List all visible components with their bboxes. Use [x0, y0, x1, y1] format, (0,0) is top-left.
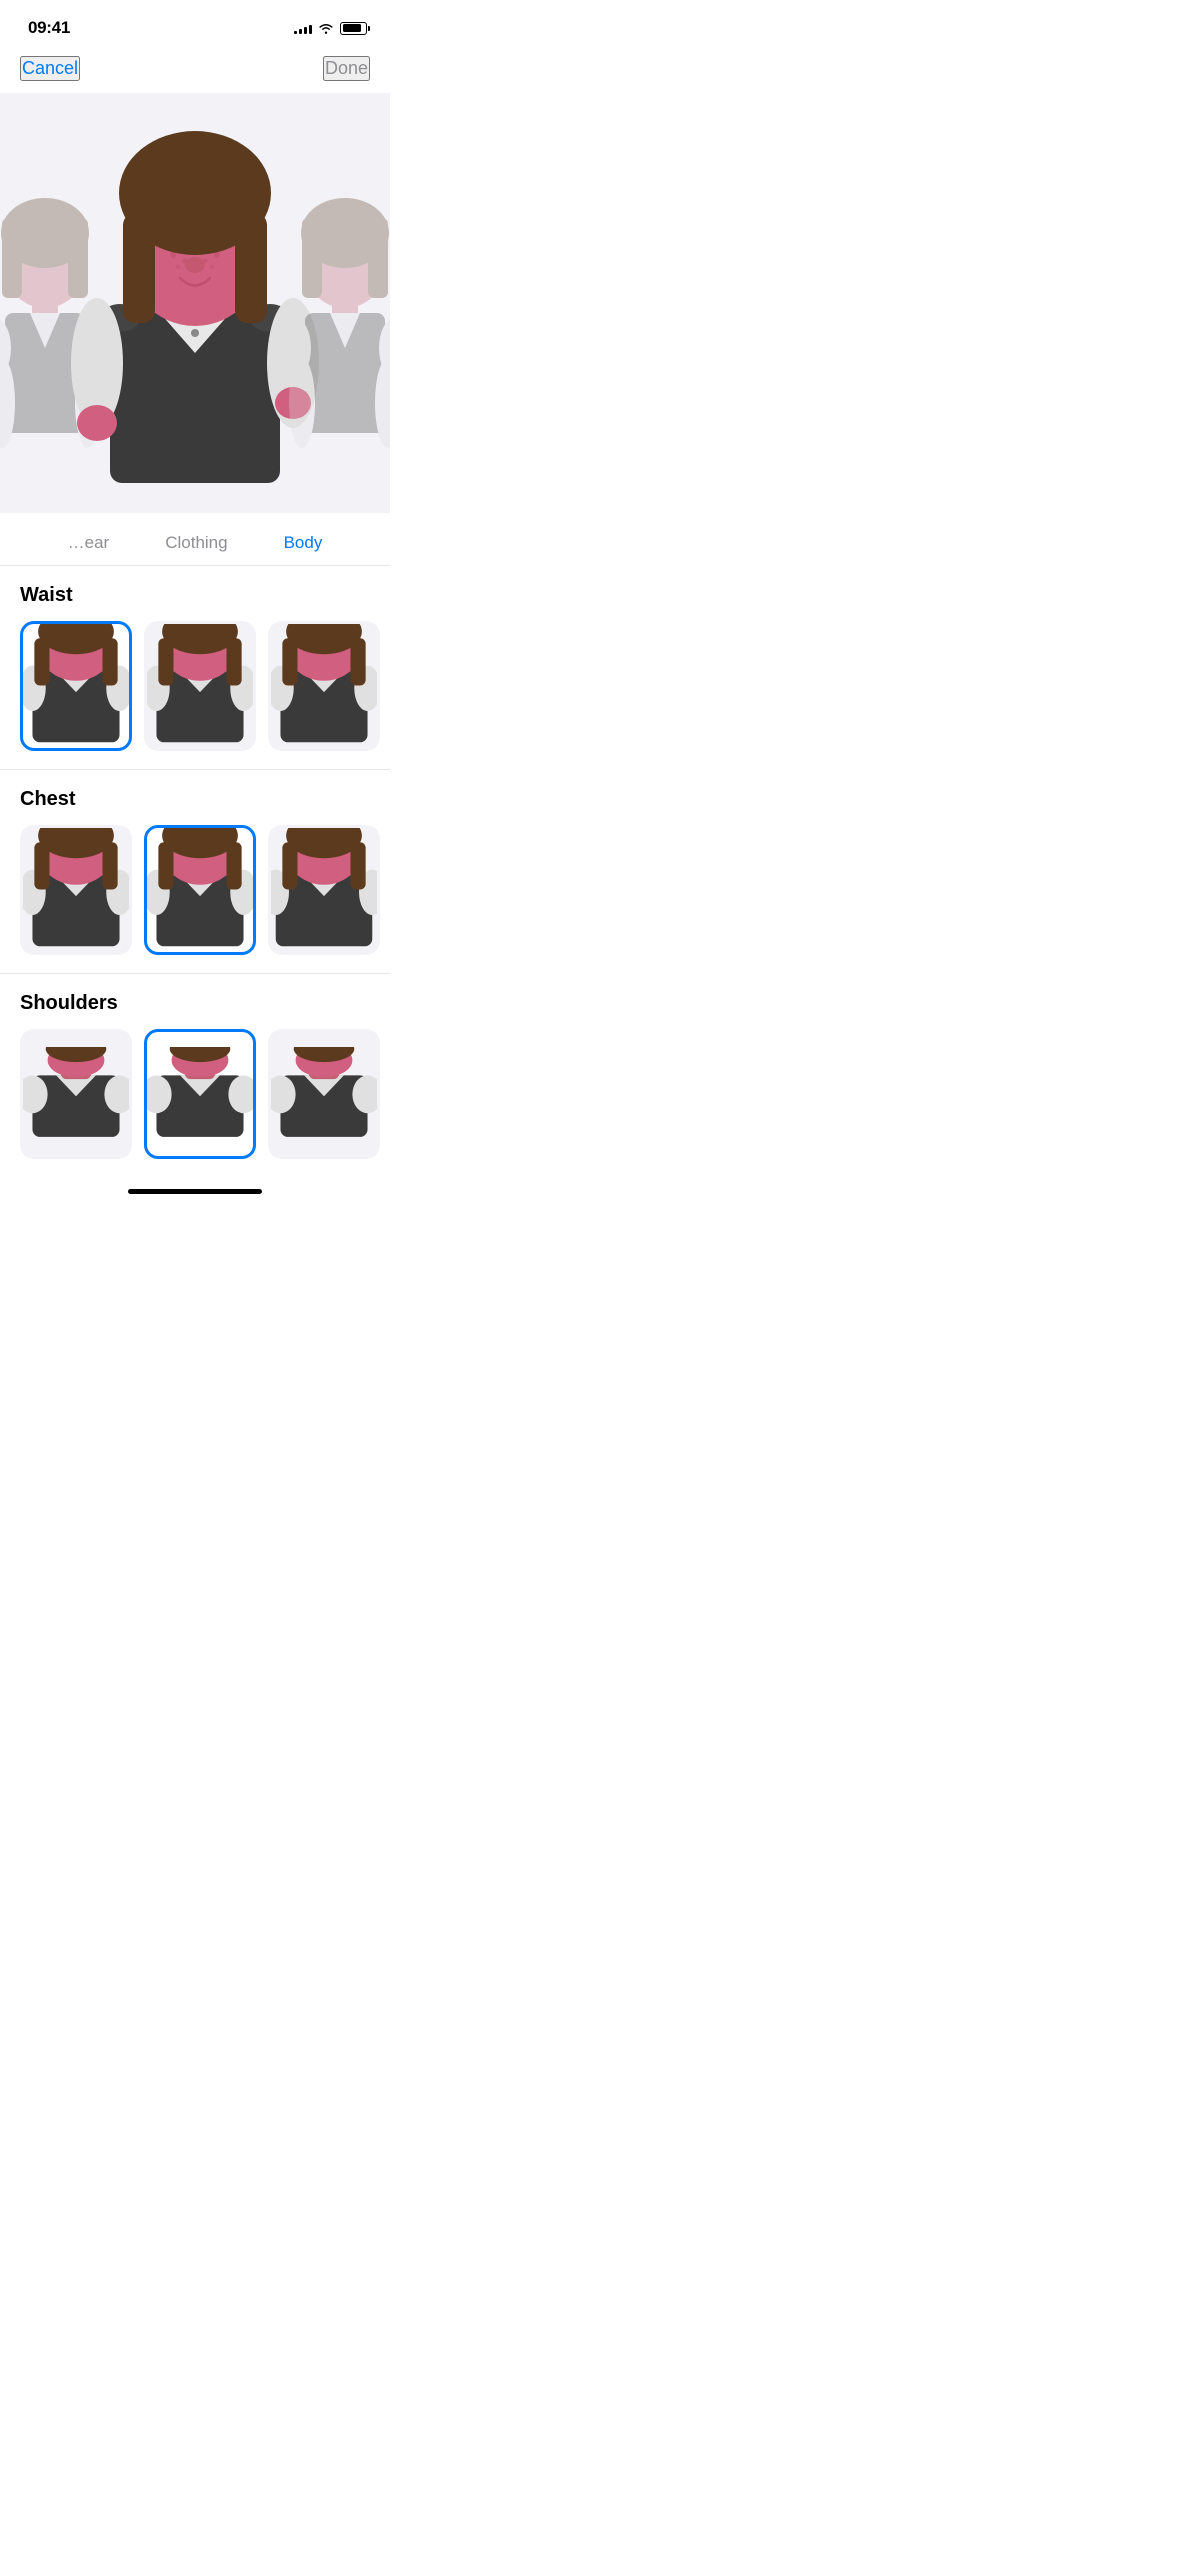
shoulders-grid: [20, 1029, 370, 1159]
shoulders-option-2[interactable]: [144, 1029, 256, 1159]
done-button[interactable]: Done: [323, 56, 370, 81]
nav-bar: Cancel Done: [0, 48, 390, 93]
chest-section: Chest: [0, 770, 390, 965]
cancel-button[interactable]: Cancel: [20, 56, 80, 81]
waist-option-2[interactable]: [144, 621, 256, 751]
shoulders-section: Shoulders: [0, 974, 390, 1169]
chest-title: Chest: [20, 788, 370, 811]
status-bar: 09:41: [0, 0, 390, 48]
signal-icon: [294, 22, 312, 34]
wifi-icon: [318, 22, 334, 34]
avatar-side-right: [280, 153, 390, 493]
tab-headwear[interactable]: …ear: [40, 529, 138, 557]
shoulders-option-1[interactable]: [20, 1029, 132, 1159]
chest-option-2[interactable]: [144, 825, 256, 955]
waist-title: Waist: [20, 584, 370, 607]
avatar-preview: [0, 93, 390, 513]
chest-option-3[interactable]: [268, 825, 380, 955]
shoulders-title: Shoulders: [20, 992, 370, 1015]
waist-section: Waist: [0, 566, 390, 761]
status-icons: [294, 22, 370, 35]
waist-option-3[interactable]: [268, 621, 380, 751]
home-indicator-container: [0, 1169, 390, 1208]
chest-grid: [20, 825, 370, 955]
chest-option-1[interactable]: [20, 825, 132, 955]
waist-option-1[interactable]: [20, 621, 132, 751]
tab-selector: …ear Clothing Body: [0, 513, 390, 566]
status-time: 09:41: [28, 18, 70, 38]
home-indicator: [128, 1189, 262, 1194]
waist-grid: [20, 621, 370, 751]
tab-clothing[interactable]: Clothing: [137, 529, 255, 557]
tab-body[interactable]: Body: [256, 529, 351, 557]
battery-icon: [340, 22, 370, 35]
shoulders-option-3[interactable]: [268, 1029, 380, 1159]
content-area: Waist: [0, 566, 390, 1169]
